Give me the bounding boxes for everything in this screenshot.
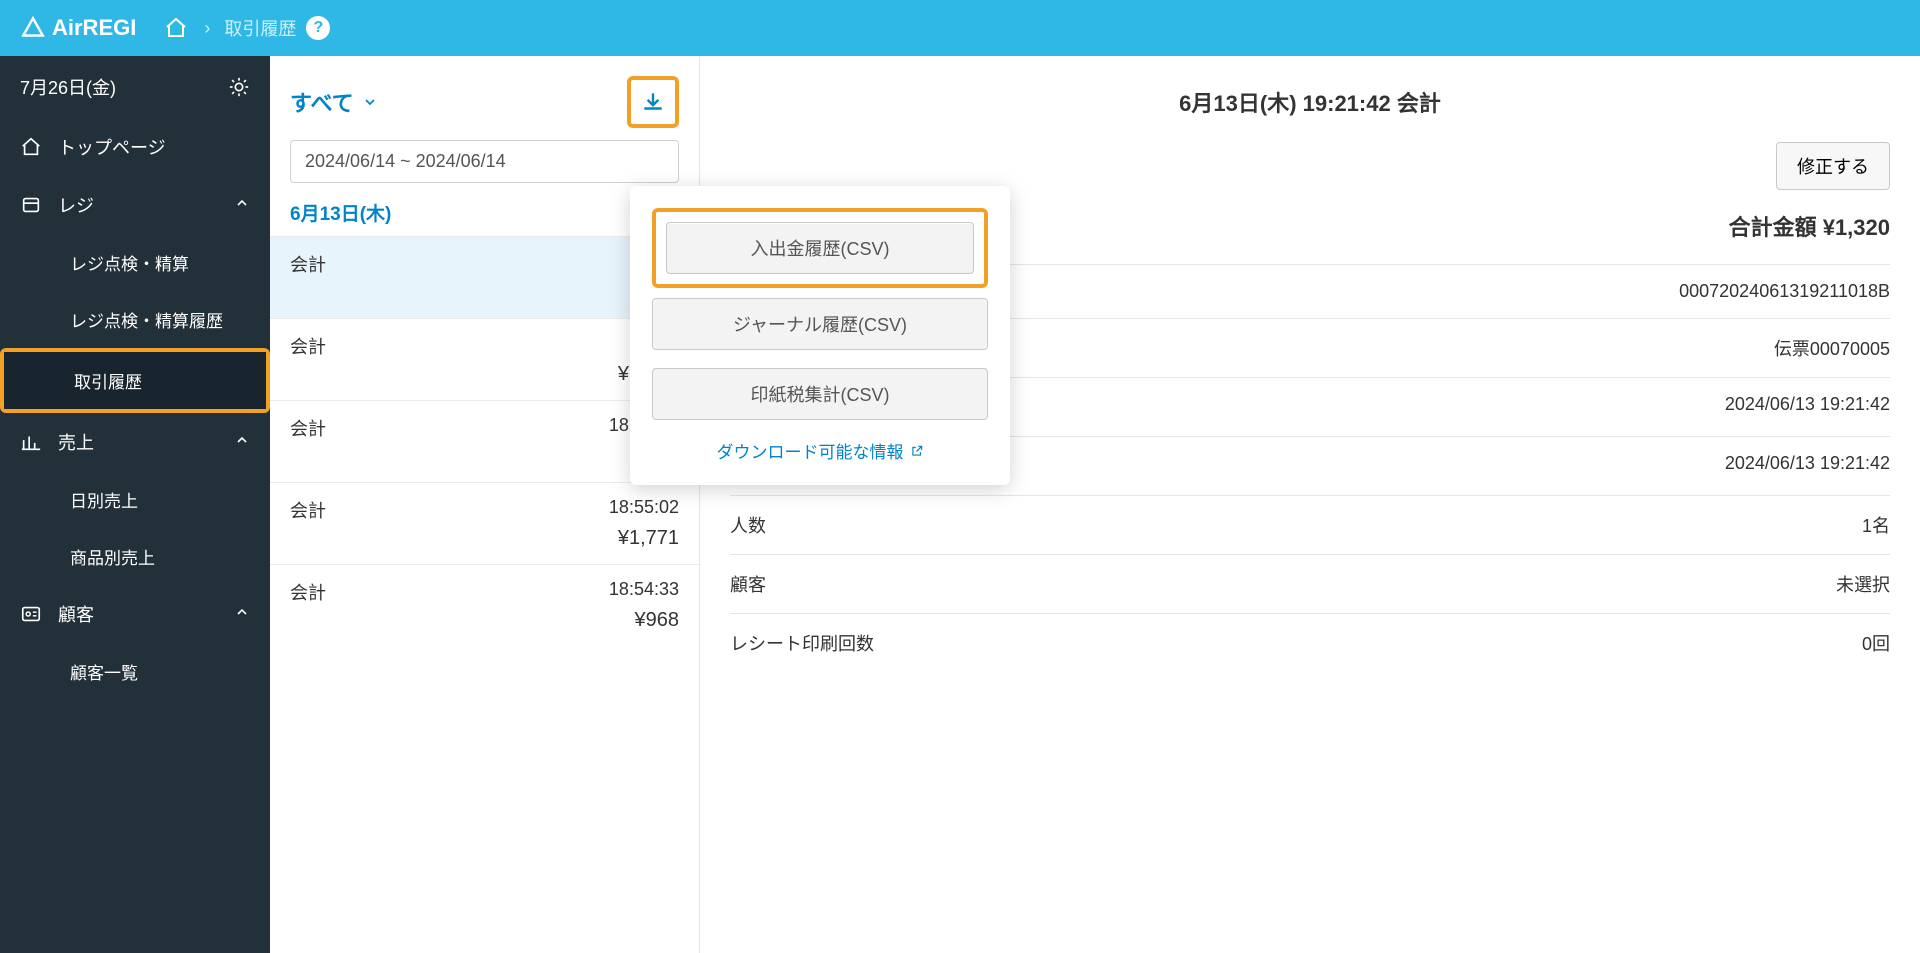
tx-label: 会計 <box>290 415 326 441</box>
tx-label: 会計 <box>290 251 326 277</box>
chevron-up-icon <box>234 604 250 625</box>
tx-time: 18:54:33 <box>609 579 679 605</box>
home-outline-icon <box>20 136 42 158</box>
date-range-text: 2024/06/14 ~ 2024/06/14 <box>305 151 506 171</box>
date-range-input[interactable]: 2024/06/14 ~ 2024/06/14 <box>290 140 679 183</box>
home-icon[interactable] <box>162 14 190 42</box>
total-value: ¥1,320 <box>1823 215 1890 240</box>
sidebar: 7月26日(金) トップページ レジ レジ点検・精算 レジ点検・精算履歴 取引履… <box>0 56 270 953</box>
sidebar-item-reg-check[interactable]: レジ点検・精算 <box>0 234 270 291</box>
sidebar-item-reg-hist[interactable]: レジ点検・精算履歴 <box>0 291 270 348</box>
download-popover: 入出金履歴(CSV) ジャーナル履歴(CSV) 印紙税集計(CSV) ダウンロー… <box>630 186 1010 485</box>
sidebar-item-customer-list[interactable]: 顧客一覧 <box>0 643 270 700</box>
help-icon[interactable]: ? <box>306 16 330 40</box>
sidebar-label: レジ点検・精算 <box>70 250 189 275</box>
detail-value: 未選択 <box>1836 571 1890 597</box>
sidebar-item-sales-daily[interactable]: 日別売上 <box>0 471 270 528</box>
sidebar-label: 日別売上 <box>70 487 138 512</box>
download-button[interactable] <box>631 80 675 124</box>
sidebar-date-text: 7月26日(金) <box>20 74 116 100</box>
sidebar-label: トップページ <box>58 134 166 160</box>
sidebar-label: レジ点検・精算履歴 <box>70 307 223 332</box>
breadcrumb-page: 取引履歴 <box>224 15 296 41</box>
tx-amount: ¥1,771 <box>290 527 679 550</box>
sidebar-highlight: 取引履歴 <box>0 348 270 413</box>
detail-value: 2024/06/13 19:21:42 <box>1725 394 1890 420</box>
customer-icon <box>20 603 42 625</box>
tx-amount: ¥968 <box>290 609 679 632</box>
transaction-row[interactable]: 会計 18:54:33 ¥968 <box>270 564 699 646</box>
tx-amount: ¥1, <box>290 281 679 304</box>
register-icon <box>20 194 42 216</box>
filter-dropdown[interactable]: すべて <box>290 86 378 118</box>
link-text: ダウンロード可能な情報 <box>717 438 904 463</box>
download-info-link[interactable]: ダウンロード可能な情報 <box>652 438 988 463</box>
breadcrumb-separator: › <box>204 18 210 39</box>
sidebar-item-sales-product[interactable]: 商品別売上 <box>0 528 270 585</box>
chart-icon <box>20 431 42 453</box>
app-logo[interactable]: AirREGI <box>20 15 136 41</box>
download-icon <box>640 89 666 115</box>
tx-time: 18:55:02 <box>609 497 679 523</box>
external-link-icon <box>910 444 924 458</box>
sidebar-label: 顧客一覧 <box>70 659 138 684</box>
popover-highlight: 入出金履歴(CSV) <box>652 208 988 288</box>
chevron-up-icon <box>234 432 250 453</box>
sidebar-label: レジ <box>58 192 94 218</box>
sidebar-label: 取引履歴 <box>74 368 142 393</box>
detail-row: 人数 1名 <box>730 495 1890 554</box>
total-label: 合計金額 <box>1729 215 1817 240</box>
app-name: AirREGI <box>52 15 136 41</box>
logo-icon <box>20 15 46 41</box>
detail-row: レシート印刷回数 0回 <box>730 613 1890 672</box>
chevron-up-icon <box>234 195 250 216</box>
modify-button[interactable]: 修正する <box>1776 142 1890 190</box>
detail-label: レシート印刷回数 <box>730 630 874 656</box>
filter-label: すべて <box>290 86 354 118</box>
tx-label: 会計 <box>290 579 326 605</box>
tx-amount: ¥385 <box>290 445 679 468</box>
detail-title: 6月13日(木) 19:21:42 会計 <box>730 86 1890 118</box>
detail-value: 0回 <box>1862 630 1890 656</box>
detail-label: 人数 <box>730 512 766 538</box>
sidebar-label: 商品別売上 <box>70 544 155 569</box>
sidebar-item-register[interactable]: レジ <box>0 176 270 234</box>
download-highlight <box>627 76 679 128</box>
transaction-row[interactable]: 会計 18:55:02 ¥1,771 <box>270 482 699 564</box>
detail-value: 2024/06/13 19:21:42 <box>1725 453 1890 479</box>
sun-icon <box>228 76 250 98</box>
download-opt-stamp[interactable]: 印紙税集計(CSV) <box>652 368 988 420</box>
sidebar-date[interactable]: 7月26日(金) <box>0 56 270 118</box>
tx-amount: ¥1,353 <box>290 363 679 386</box>
sidebar-item-tx-hist[interactable]: 取引履歴 <box>4 352 266 409</box>
top-bar: AirREGI › 取引履歴 ? <box>0 0 1920 56</box>
chevron-down-icon <box>362 94 378 110</box>
sidebar-item-sales[interactable]: 売上 <box>0 413 270 471</box>
download-opt-journal[interactable]: ジャーナル履歴(CSV) <box>652 298 988 350</box>
tx-label: 会計 <box>290 333 326 359</box>
sidebar-label: 顧客 <box>58 601 94 627</box>
detail-value: 伝票00070005 <box>1774 335 1890 361</box>
tx-label: 会計 <box>290 497 326 523</box>
sidebar-label: 売上 <box>58 429 94 455</box>
detail-value: 00072024061319211018B <box>1679 281 1890 302</box>
sidebar-item-customer[interactable]: 顧客 <box>0 585 270 643</box>
sidebar-item-top[interactable]: トップページ <box>0 118 270 176</box>
detail-value: 1名 <box>1862 512 1890 538</box>
detail-row: 顧客 未選択 <box>730 554 1890 613</box>
download-opt-cashflow[interactable]: 入出金履歴(CSV) <box>666 222 974 274</box>
detail-label: 顧客 <box>730 571 766 597</box>
